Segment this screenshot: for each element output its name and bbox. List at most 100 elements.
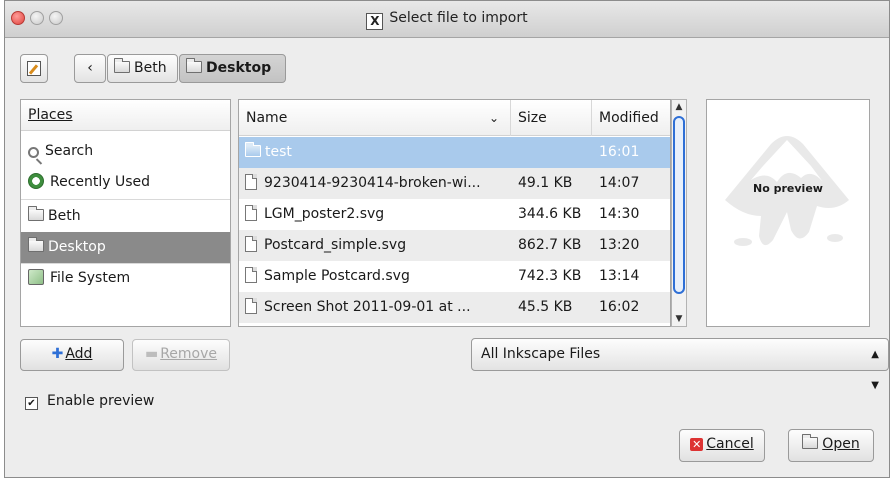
breadcrumb-desktop[interactable]: Desktop	[179, 54, 286, 83]
file-name: LGM_poster2.svg	[264, 206, 385, 222]
column-label: Name	[246, 110, 288, 126]
place-label: Beth	[48, 208, 81, 224]
place-search[interactable]: Search	[21, 136, 230, 167]
column-header-name[interactable]: Name ⌄	[239, 100, 511, 136]
place-label: Desktop	[48, 239, 106, 255]
scroll-up-icon[interactable]: ▲	[672, 100, 686, 114]
file-name: Screen Shot 2011-09-01 at ...	[264, 299, 471, 315]
file-size: 49.1 KB	[518, 175, 573, 191]
place-file-system[interactable]: File System	[21, 263, 230, 294]
enable-preview-checkbox[interactable]: ✔	[25, 397, 38, 410]
breadcrumb-label: Desktop	[206, 60, 272, 76]
file-size: 344.6 KB	[518, 206, 582, 222]
type-location-button[interactable]	[20, 54, 48, 83]
file-list: Name ⌄ Size Modified test 16:01 9230414-9…	[238, 99, 671, 327]
file-modified: 13:14	[599, 268, 640, 284]
window-title-group: X Select file to import	[5, 10, 889, 30]
file-row[interactable]: test 16:01	[239, 137, 670, 168]
enable-preview-option[interactable]: ✔ Enable preview	[25, 391, 154, 411]
file-name-cell: Postcard_simple.svg	[245, 230, 507, 261]
folder-icon	[245, 142, 261, 157]
column-header-modified[interactable]: Modified	[592, 100, 670, 136]
cancel-button-label: Cancel	[706, 436, 754, 452]
document-icon	[245, 298, 257, 314]
file-name-cell: Screen Shot 2011-09-01 at ...	[245, 292, 507, 323]
document-icon	[245, 205, 257, 221]
title-bar: X Select file to import	[5, 1, 889, 38]
places-header-label: Places	[28, 107, 73, 123]
file-row[interactable]: Postcard_simple.svg 862.7 KB 13:20	[239, 230, 670, 261]
file-row[interactable]: LGM_poster2.svg 344.6 KB 14:30	[239, 199, 670, 230]
window-title: Select file to import	[389, 10, 528, 26]
path-back-button[interactable]: ‹	[74, 54, 106, 83]
place-label: Recently Used	[50, 174, 151, 190]
place-desktop[interactable]: Desktop	[21, 232, 230, 263]
place-label: File System	[50, 270, 131, 286]
edit-icon	[27, 61, 41, 76]
place-label: Search	[45, 143, 94, 159]
folder-icon	[186, 58, 202, 73]
search-icon	[28, 147, 39, 158]
file-size: 45.5 KB	[518, 299, 573, 315]
scroll-thumb[interactable]	[673, 116, 685, 294]
file-name: 9230414-9230414-broken-wi...	[264, 175, 481, 191]
recent-icon	[28, 173, 44, 189]
places-panel: Places Search Recently Used Beth Desktop…	[20, 99, 231, 327]
open-button[interactable]: Open	[788, 429, 874, 462]
folder-icon	[28, 237, 44, 252]
document-icon	[245, 174, 257, 190]
folder-icon	[802, 434, 819, 449]
file-name-cell: test	[245, 137, 507, 168]
place-recently-used[interactable]: Recently Used	[21, 167, 230, 198]
file-modified: 13:20	[599, 237, 640, 253]
file-row[interactable]: Sample Postcard.svg 742.3 KB 13:14	[239, 261, 670, 292]
no-preview-text: No preview	[753, 182, 823, 195]
minus-icon: ▬	[144, 346, 159, 362]
inkscape-logo-icon	[725, 136, 849, 246]
file-modified: 16:01	[599, 144, 640, 160]
place-beth[interactable]: Beth	[21, 201, 230, 232]
drive-icon	[28, 269, 44, 285]
cancel-x-icon: ✕	[690, 438, 704, 451]
filter-value: All Inkscape Files	[481, 346, 601, 362]
document-icon	[245, 236, 257, 252]
breadcrumb-beth[interactable]: Beth	[107, 54, 178, 83]
file-row[interactable]: 9230414-9230414-broken-wi... 49.1 KB 14:…	[239, 168, 670, 199]
file-import-dialog: X Select file to import ‹ Beth Desktop Pl…	[4, 0, 890, 478]
column-header-size[interactable]: Size	[511, 100, 592, 136]
sort-chevron-icon: ⌄	[489, 111, 500, 125]
file-name: test	[265, 144, 292, 160]
open-button-label: Open	[822, 436, 860, 452]
add-bookmark-button[interactable]: ✚ Add	[20, 339, 124, 371]
file-name-cell: LGM_poster2.svg	[245, 199, 507, 230]
file-size: 742.3 KB	[518, 268, 582, 284]
file-list-header: Name ⌄ Size Modified	[239, 100, 670, 136]
remove-button-label: Remove	[160, 346, 218, 362]
cancel-button[interactable]: ✕ Cancel	[679, 429, 765, 462]
scroll-down-icon[interactable]: ▼	[672, 312, 686, 326]
file-modified: 14:07	[599, 175, 640, 191]
x11-icon: X	[366, 13, 384, 30]
file-name-cell: 9230414-9230414-broken-wi...	[245, 168, 507, 199]
folder-icon	[114, 58, 130, 73]
file-name: Sample Postcard.svg	[264, 268, 410, 284]
file-name: Postcard_simple.svg	[264, 237, 407, 253]
updown-chevron-icon: ▲ ▼	[871, 349, 879, 391]
file-row[interactable]: Screen Shot 2011-09-01 at ... 45.5 KB 16…	[239, 292, 670, 323]
document-icon	[245, 267, 257, 283]
file-modified: 14:30	[599, 206, 640, 222]
column-label: Modified	[599, 110, 659, 126]
file-type-filter-select[interactable]: All Inkscape Files ▲ ▼	[471, 338, 889, 391]
places-divider	[21, 199, 230, 200]
breadcrumb-label: Beth	[134, 60, 167, 76]
enable-preview-label: Enable preview	[47, 393, 155, 409]
file-name-cell: Sample Postcard.svg	[245, 261, 507, 292]
file-list-scrollbar[interactable]: ▲ ▼	[671, 99, 687, 327]
folder-icon	[28, 206, 44, 221]
plus-icon: ✚	[51, 346, 64, 362]
places-header[interactable]: Places	[21, 100, 230, 131]
file-size: 862.7 KB	[518, 237, 582, 253]
add-button-label: Add	[65, 346, 93, 362]
column-label: Size	[518, 110, 547, 126]
remove-bookmark-button[interactable]: ▬ Remove	[132, 339, 230, 371]
